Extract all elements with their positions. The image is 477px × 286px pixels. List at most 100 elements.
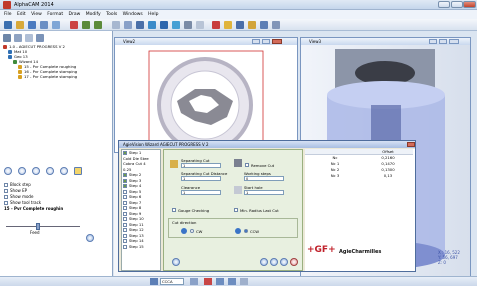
cancel-button[interactable] <box>290 258 298 266</box>
last-icon[interactable] <box>60 167 68 175</box>
new-icon[interactable] <box>4 21 12 29</box>
undo-icon[interactable] <box>82 21 90 29</box>
rotate-icon[interactable] <box>148 21 156 29</box>
cw-radio[interactable] <box>190 229 194 233</box>
snap-mode-icon[interactable] <box>150 278 158 285</box>
window-title: AlphaCAM 2014 <box>14 2 54 8</box>
menu-tools[interactable]: Tools <box>106 10 117 19</box>
app-icon <box>3 1 11 9</box>
next-icon[interactable] <box>46 167 54 175</box>
view3-max-button[interactable] <box>439 39 447 44</box>
maximize-button[interactable] <box>451 1 463 8</box>
paste-icon[interactable] <box>36 34 44 42</box>
play-icon[interactable] <box>18 167 26 175</box>
grid-icon[interactable] <box>136 21 144 29</box>
cut-icon[interactable] <box>14 34 22 42</box>
feed-track <box>6 226 80 227</box>
tree-item[interactable]: 17 - Pvr Complete stamping <box>3 74 111 79</box>
working-steps-field[interactable]: 0 <box>244 176 284 181</box>
pen-icon[interactable] <box>204 278 212 285</box>
zoom-icon[interactable] <box>112 21 120 29</box>
checkbox[interactable] <box>4 201 8 205</box>
feed-control: Feed <box>6 221 94 251</box>
feed-apply-icon[interactable] <box>86 234 94 242</box>
checkbox[interactable] <box>4 189 8 193</box>
tool-icon[interactable] <box>184 21 192 29</box>
feed-slider[interactable] <box>36 223 40 230</box>
tree-tool-icon[interactable] <box>3 34 11 42</box>
view2-max-button[interactable] <box>262 39 270 44</box>
step-item[interactable]: Step 15 <box>123 244 160 250</box>
copy-icon[interactable] <box>25 34 33 42</box>
open-icon[interactable] <box>16 21 24 29</box>
min-radius-label: Min. Radius Last Cut <box>240 208 279 213</box>
brand-name: AgieCharmilles <box>339 249 382 255</box>
view2-close-button[interactable] <box>272 39 282 44</box>
minimize-button[interactable] <box>438 1 450 8</box>
wizard-title: AgieVision Wizard AGIECUT PROGRESS V 2 <box>119 141 415 148</box>
print-icon[interactable] <box>40 21 48 29</box>
wizard-close-button[interactable] <box>407 142 415 147</box>
zoom-select[interactable]: CCCA <box>160 278 184 285</box>
separating-cut-icon <box>170 160 178 168</box>
snap-icon[interactable] <box>196 21 204 29</box>
view2-min-button[interactable] <box>252 39 260 44</box>
ccw-radio[interactable] <box>244 229 248 233</box>
close-button[interactable] <box>463 1 476 8</box>
separating-cut-field[interactable]: 1 <box>181 163 221 168</box>
project-icon <box>3 44 7 49</box>
menu-edit[interactable]: Edit <box>17 10 26 19</box>
main-toolbar <box>0 19 477 31</box>
next-button[interactable] <box>270 258 278 266</box>
render-icon[interactable] <box>228 278 236 285</box>
delete-icon[interactable] <box>70 21 78 29</box>
first-icon[interactable] <box>4 167 12 175</box>
menu-file[interactable]: File <box>4 10 12 19</box>
checkbox[interactable] <box>4 195 8 199</box>
dimension-icon[interactable] <box>236 21 244 29</box>
start-hole-field[interactable]: 1 <box>244 190 284 195</box>
menu-format[interactable]: Format <box>47 10 63 19</box>
checkbox[interactable] <box>4 183 8 187</box>
save-icon[interactable] <box>28 21 36 29</box>
menu-windows[interactable]: Windows <box>123 10 143 19</box>
measure-icon[interactable] <box>260 21 268 29</box>
settings-icon[interactable] <box>74 167 82 175</box>
redo-icon[interactable] <box>94 21 102 29</box>
layout-icon[interactable] <box>240 278 248 285</box>
tree-toolbar <box>3 33 111 43</box>
text-icon[interactable] <box>248 21 256 29</box>
finish-button[interactable] <box>280 258 288 266</box>
min-radius-checkbox[interactable] <box>234 208 238 212</box>
shade-icon[interactable] <box>272 21 280 29</box>
layer-status-icon[interactable] <box>190 278 198 285</box>
preview-icon[interactable] <box>52 21 60 29</box>
current-step: 15 - Pvr Complete roughin <box>4 206 64 211</box>
view-mode-icon[interactable] <box>216 278 224 285</box>
offset-row[interactable]: Nc 3 0,13 <box>305 173 413 179</box>
menu-help[interactable]: Help <box>148 10 158 19</box>
menu-modify[interactable]: Modify <box>86 10 101 19</box>
move-icon[interactable] <box>160 21 168 29</box>
help-icon[interactable] <box>172 258 180 266</box>
agievision-wizard-dialog: AgieVision Wizard AGIECUT PROGRESS V 2 S… <box>118 140 416 272</box>
cw-icon <box>181 228 187 234</box>
status-bar: CCCA <box>0 276 477 286</box>
stop-icon[interactable] <box>212 21 220 29</box>
part-drawing-2d <box>148 50 264 152</box>
sep-cut-distance-field[interactable]: 1 <box>181 176 221 181</box>
remove-cut-checkbox[interactable] <box>245 163 249 167</box>
back-button[interactable] <box>260 258 268 266</box>
coordinate-readout: X : 16, 522 Y: 56, 697 Z: 0 <box>438 250 460 265</box>
menu-view[interactable]: View <box>31 10 42 19</box>
previous-icon[interactable] <box>32 167 40 175</box>
ccw-label: CCW <box>250 229 260 234</box>
view3-min-button[interactable] <box>429 39 437 44</box>
zoom-all-icon[interactable] <box>124 21 132 29</box>
layer-icon[interactable] <box>172 21 180 29</box>
menu-draw[interactable]: Draw <box>69 10 81 19</box>
clearance-field[interactable]: 1 <box>181 190 221 195</box>
gouge-checkbox[interactable] <box>172 208 176 212</box>
warning-icon[interactable] <box>224 21 232 29</box>
view3-close-button[interactable] <box>449 39 459 44</box>
